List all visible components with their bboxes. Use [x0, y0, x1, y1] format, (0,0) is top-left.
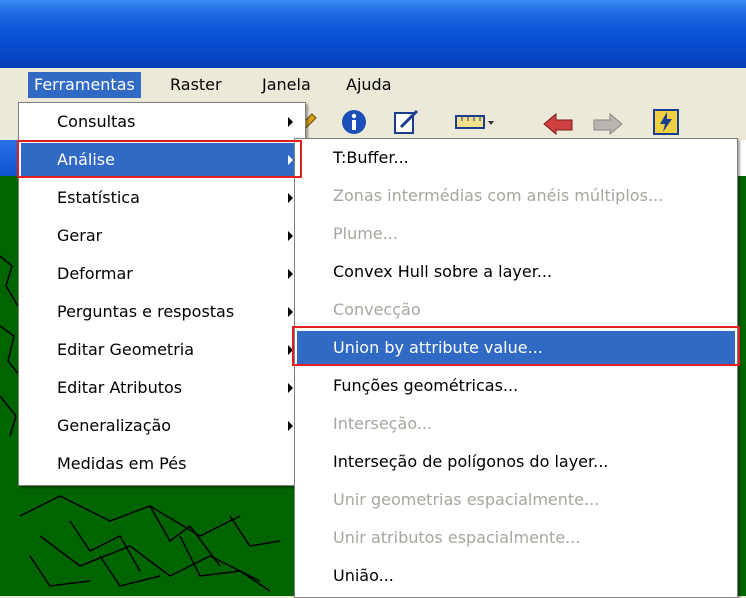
menu-item-gerar[interactable]: Gerar	[21, 219, 303, 253]
info-icon[interactable]	[340, 108, 368, 136]
menu-item-editar-geometria[interactable]: Editar Geometria	[21, 333, 303, 367]
submenu-item-t-buffer[interactable]: T:Buffer...	[297, 141, 735, 175]
analise-submenu: T:Buffer... Zonas intermédias com anéis …	[294, 138, 738, 598]
menu-janela[interactable]: Janela	[256, 72, 317, 98]
ferramentas-menu: Consultas Análise Estatística Gerar Defo…	[18, 102, 306, 486]
submenu-arrow-icon	[288, 193, 293, 203]
window-title-bar	[0, 0, 746, 68]
submenu-arrow-icon	[288, 269, 293, 279]
menu-item-label: Interseção de polígonos do layer...	[333, 452, 609, 471]
forward-arrow-icon[interactable]	[590, 108, 626, 136]
menu-item-label: Editar Geometria	[57, 340, 195, 359]
submenu-item-union-by-attribute[interactable]: Union by attribute value...	[297, 331, 735, 365]
back-arrow-icon[interactable]	[540, 108, 576, 136]
menu-item-analise[interactable]: Análise	[21, 143, 303, 177]
menu-item-label: Interseção...	[333, 414, 433, 433]
lightning-icon[interactable]	[652, 108, 680, 136]
menu-item-label: União...	[333, 566, 394, 585]
menu-item-label: Plume...	[333, 224, 398, 243]
menu-ferramentas[interactable]: Ferramentas	[28, 72, 141, 98]
submenu-arrow-icon	[288, 421, 293, 431]
ruler-icon[interactable]	[454, 108, 496, 136]
menu-item-label: Unir atributos espacialmente...	[333, 528, 581, 547]
menu-item-label: Consultas	[57, 112, 136, 131]
menu-item-label: Perguntas e respostas	[57, 302, 235, 321]
menu-ajuda[interactable]: Ajuda	[340, 72, 398, 98]
menu-item-label: Funções geométricas...	[333, 376, 519, 395]
menu-item-label: Unir geometrias espacialmente...	[333, 490, 600, 509]
menu-item-label: Gerar	[57, 226, 103, 245]
menu-item-label: Editar Atributos	[57, 378, 183, 397]
menu-item-editar-atributos[interactable]: Editar Atributos	[21, 371, 303, 405]
submenu-item-convex-hull[interactable]: Convex Hull sobre a layer...	[297, 255, 735, 289]
menu-item-label: Medidas em Pés	[57, 454, 187, 473]
menu-item-label: Análise	[57, 150, 115, 169]
edit-icon[interactable]	[392, 108, 420, 136]
submenu-arrow-icon	[288, 383, 293, 393]
submenu-item-funcoes-geometricas[interactable]: Funções geométricas...	[297, 369, 735, 403]
menu-item-deformar[interactable]: Deformar	[21, 257, 303, 291]
submenu-item-conveccao: Convecção	[297, 293, 735, 327]
menu-bar: Ferramentas Raster Janela Ajuda	[0, 68, 746, 103]
menu-item-estatistica[interactable]: Estatística	[21, 181, 303, 215]
submenu-item-intersecao: Interseção...	[297, 407, 735, 441]
submenu-item-unir-geometrias: Unir geometrias espacialmente...	[297, 483, 735, 517]
menu-item-label: Estatística	[57, 188, 140, 207]
menu-raster[interactable]: Raster	[164, 72, 228, 98]
submenu-item-uniao[interactable]: União...	[297, 559, 735, 593]
submenu-item-plume: Plume...	[297, 217, 735, 251]
menu-item-label: Union by attribute value...	[333, 338, 543, 357]
menu-item-label: Deformar	[57, 264, 133, 283]
menu-item-perguntas-e-respostas[interactable]: Perguntas e respostas	[21, 295, 303, 329]
submenu-arrow-icon	[288, 307, 293, 317]
submenu-arrow-icon	[288, 155, 293, 165]
menu-item-consultas[interactable]: Consultas	[21, 105, 303, 139]
submenu-arrow-icon	[288, 117, 293, 127]
menu-item-generalizacao[interactable]: Generalização	[21, 409, 303, 443]
menu-item-label: Convex Hull sobre a layer...	[333, 262, 553, 281]
menu-item-medidas-em-pes[interactable]: Medidas em Pés	[21, 447, 303, 481]
submenu-item-intersecao-poligonos[interactable]: Interseção de polígonos do layer...	[297, 445, 735, 479]
menu-item-label: T:Buffer...	[333, 148, 409, 167]
map-window-title	[0, 140, 20, 176]
submenu-item-zonas-intermedias: Zonas intermédias com anéis múltiplos...	[297, 179, 735, 213]
menu-item-label: Generalização	[57, 416, 172, 435]
menu-item-label: Convecção	[333, 300, 421, 319]
submenu-arrow-icon	[288, 345, 293, 355]
submenu-item-unir-atributos: Unir atributos espacialmente...	[297, 521, 735, 555]
menu-item-label: Zonas intermédias com anéis múltiplos...	[333, 186, 664, 205]
submenu-arrow-icon	[288, 231, 293, 241]
